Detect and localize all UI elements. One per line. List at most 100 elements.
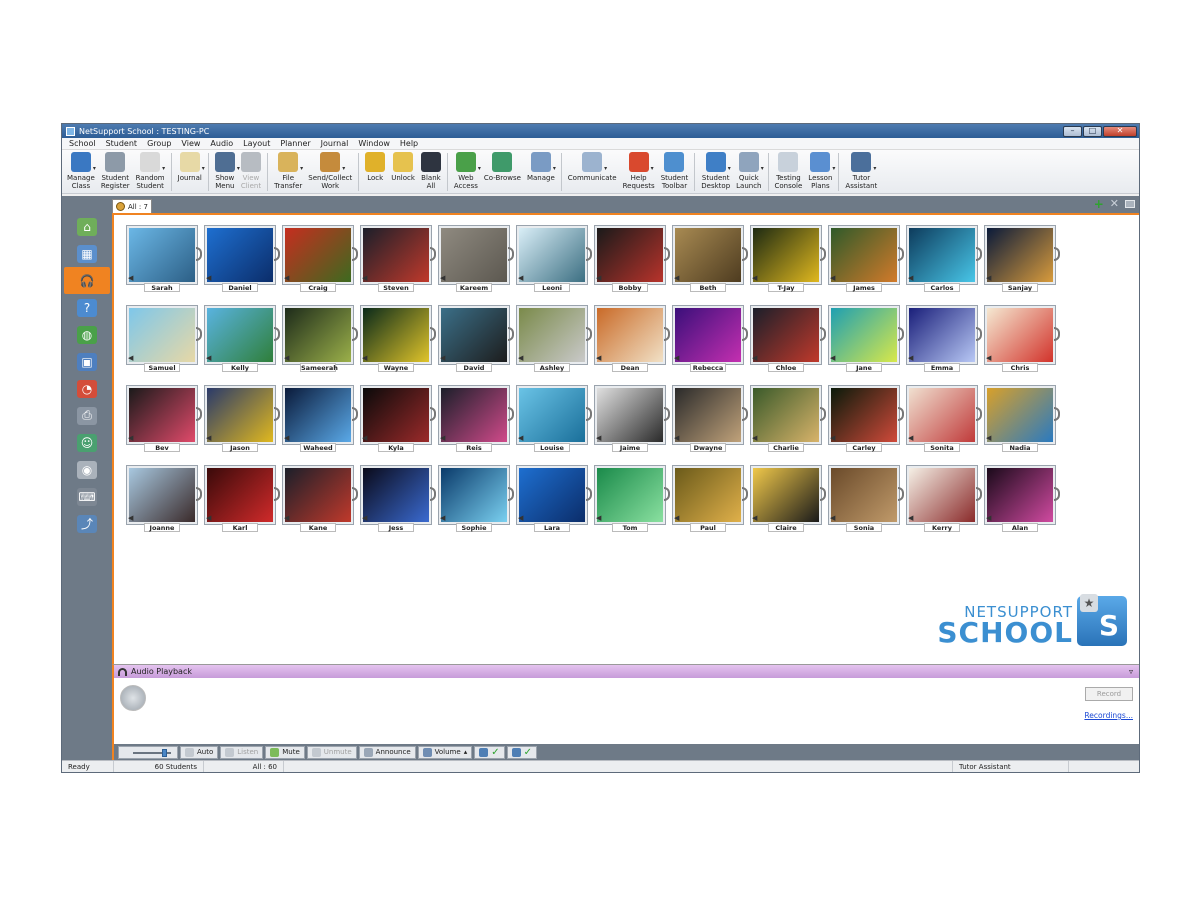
maximize-icon[interactable]: □	[1083, 125, 1102, 137]
speaker-icon[interactable]: ◀	[440, 514, 445, 522]
menu-school[interactable]: School	[64, 139, 101, 148]
speaker-icon[interactable]: ◀	[986, 514, 991, 522]
menu-audio[interactable]: Audio	[205, 139, 238, 148]
student-thumbnail[interactable]: ◀ Nadia	[984, 385, 1060, 453]
quick-launch-button[interactable]: ▾ Quick Launch	[733, 152, 764, 190]
speaker-icon[interactable]: ◀	[206, 514, 211, 522]
student-thumbnail[interactable]: ◀ Beth	[672, 225, 748, 293]
volume-button[interactable]: Volume ▴	[417, 745, 473, 759]
speaker-icon[interactable]: ◀	[206, 274, 211, 282]
student-thumbnail[interactable]: ◀ Karl	[204, 465, 280, 533]
collapse-icon[interactable]: ▿	[1129, 667, 1133, 676]
speaker-icon[interactable]: ◀	[206, 354, 211, 362]
unlock-button[interactable]: Unlock	[388, 152, 418, 182]
student-toolbar-button[interactable]: Student Toolbar	[658, 152, 692, 190]
speaker-icon[interactable]: ◀	[128, 274, 133, 282]
student-thumbnail[interactable]: ◀ Dwayne	[672, 385, 748, 453]
speaker-icon[interactable]: ◀	[908, 514, 913, 522]
view-client-button[interactable]: View Client	[238, 152, 264, 190]
sidebar-stats[interactable]: ◔	[62, 375, 112, 402]
student-thumbnail[interactable]: ◀ Dean	[594, 305, 670, 373]
student-thumbnail[interactable]: ◀ Chloe	[750, 305, 826, 373]
speaker-icon[interactable]: ◀	[128, 434, 133, 442]
show-menu-button[interactable]: ▾ Show Menu	[212, 152, 240, 190]
speaker-icon[interactable]: ◀	[908, 354, 913, 362]
sidebar-devices[interactable]: ◉	[62, 456, 112, 483]
title-bar[interactable]: NetSupport School : TESTING-PC – □ ✕	[62, 124, 1139, 138]
sidebar-keyboard[interactable]: ⌨	[62, 483, 112, 510]
testing-console-button[interactable]: Testing Console	[772, 152, 806, 190]
sidebar-print[interactable]: ⎙	[62, 402, 112, 429]
speaker-icon[interactable]: ◀	[752, 354, 757, 362]
student-thumbnail[interactable]: ◀ Wayne	[360, 305, 436, 373]
announce-button[interactable]: Announce	[358, 745, 416, 759]
speaker-icon[interactable]: ◀	[986, 354, 991, 362]
menu-window[interactable]: Window	[353, 139, 395, 148]
speaker-icon[interactable]: ◀	[518, 514, 523, 522]
send-collect-work-button[interactable]: ▾ Send/Collect Work	[305, 152, 355, 190]
student-thumbnail[interactable]: ◀ Rebecca	[672, 305, 748, 373]
student-thumbnail[interactable]: ◀ Paul	[672, 465, 748, 533]
student-thumbnail[interactable]: ◀ Emma	[906, 305, 982, 373]
student-thumbnail[interactable]: ◀ Bev	[126, 385, 202, 453]
tab-all[interactable]: All : 7	[112, 199, 152, 213]
student-thumbnail[interactable]: ◀ Kerry	[906, 465, 982, 533]
speaker-icon[interactable]: ◀	[596, 514, 601, 522]
pane-icon[interactable]	[1125, 200, 1135, 208]
speaker-icon[interactable]: ◀	[830, 274, 835, 282]
student-thumbnail[interactable]: ◀ Carlos	[906, 225, 982, 293]
menu-planner[interactable]: Planner	[275, 139, 315, 148]
student-desktop-button[interactable]: ▾ Student Desktop	[698, 152, 733, 190]
sidebar-audio[interactable]: 🎧	[64, 267, 110, 294]
speaker-icon[interactable]: ◀	[128, 354, 133, 362]
speaker-icon[interactable]: ◀	[986, 434, 991, 442]
speaker-icon[interactable]: ◀	[362, 354, 367, 362]
speaker-icon[interactable]: ◀	[674, 354, 679, 362]
student-thumbnail[interactable]: ◀ Jaime	[594, 385, 670, 453]
student-thumbnail[interactable]: ◀ Sonia	[828, 465, 904, 533]
speaker-icon[interactable]: ◀	[518, 354, 523, 362]
add-tab-icon[interactable]: +	[1094, 198, 1104, 210]
speaker-icon[interactable]: ◀	[206, 434, 211, 442]
student-thumbnail[interactable]: ◀ Carley	[828, 385, 904, 453]
sidebar-help[interactable]: ?	[62, 294, 112, 321]
menu-student[interactable]: Student	[101, 139, 143, 148]
speaker-icon[interactable]: ◀	[908, 274, 913, 282]
student-thumbnail[interactable]: ◀ Steven	[360, 225, 436, 293]
sidebar-apps[interactable]: ▣	[62, 348, 112, 375]
student-thumbnail[interactable]: ◀ Craig	[282, 225, 358, 293]
speaker-icon[interactable]: ◀	[518, 274, 523, 282]
student-thumbnail[interactable]: ◀ Chris	[984, 305, 1060, 373]
speaker-icon[interactable]: ◀	[284, 274, 289, 282]
student-thumbnail[interactable]: ◀ Jess	[360, 465, 436, 533]
speaker-icon[interactable]: ◀	[596, 434, 601, 442]
student-thumbnail[interactable]: ◀ Sameerah	[282, 305, 358, 373]
record-button[interactable]: Record	[1085, 687, 1133, 701]
headset-check-button[interactable]: ✓	[506, 745, 537, 759]
close-icon[interactable]: ✕	[1103, 125, 1137, 137]
student-thumbnail[interactable]: ◀ Sanjay	[984, 225, 1060, 293]
auto-button[interactable]: Auto	[180, 745, 219, 759]
speaker-icon[interactable]: ◀	[362, 434, 367, 442]
sidebar-home[interactable]: ⌂	[62, 213, 112, 240]
speaker-icon[interactable]: ◀	[284, 354, 289, 362]
student-thumbnail[interactable]: ◀ Waheed	[282, 385, 358, 453]
random-student-button[interactable]: ▾ Random Student	[133, 152, 168, 190]
unmute-button[interactable]: Unmute	[306, 745, 357, 759]
student-thumbnail[interactable]: ◀ Sarah	[126, 225, 202, 293]
student-thumbnail[interactable]: ◀ Tom	[594, 465, 670, 533]
student-thumbnail[interactable]: ◀ Sophie	[438, 465, 514, 533]
student-thumbnail[interactable]: ◀ Claire	[750, 465, 826, 533]
blank-all-button[interactable]: Blank All	[418, 152, 444, 190]
student-thumbnail[interactable]: ◀ Kane	[282, 465, 358, 533]
speaker-icon[interactable]: ◀	[830, 434, 835, 442]
student-thumbnail[interactable]: ◀ Leoni	[516, 225, 592, 293]
lesson-plans-button[interactable]: ▾ Lesson Plans	[805, 152, 835, 190]
manage-button[interactable]: ▾ Manage	[524, 152, 558, 182]
close-tab-icon[interactable]: ✕	[1110, 198, 1119, 209]
student-thumbnail[interactable]: ◀ Kareem	[438, 225, 514, 293]
speaker-icon[interactable]: ◀	[440, 354, 445, 362]
sidebar-students[interactable]: ☺	[62, 429, 112, 456]
menu-layout[interactable]: Layout	[238, 139, 275, 148]
student-thumbnail[interactable]: ◀ Lara	[516, 465, 592, 533]
